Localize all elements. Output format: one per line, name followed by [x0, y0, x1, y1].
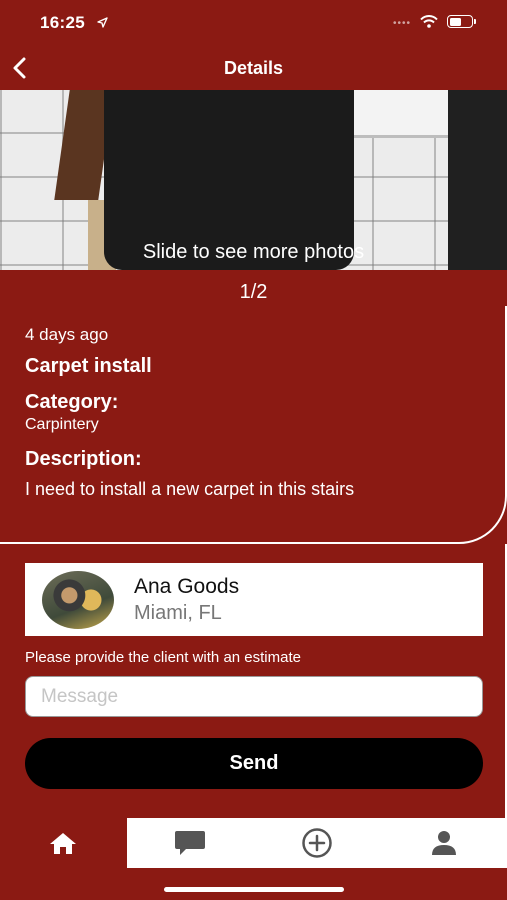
signal-dots-icon: •••• [392, 18, 411, 29]
status-indicators: •••• [392, 14, 476, 29]
client-name: Ana Goods [134, 575, 240, 598]
client-location: Miami, FL [134, 602, 222, 624]
tab-profile[interactable] [380, 818, 507, 868]
status-time: 16:25 [40, 13, 85, 32]
page-title: Details [223, 58, 284, 78]
posted-time: 4 days ago [25, 325, 109, 344]
add-circle-icon [302, 828, 332, 858]
photo-page-indicator: 1/2 [239, 281, 268, 303]
job-details-card: 4 days ago Carpet install Category: Carp… [0, 306, 507, 544]
profile-icon [431, 831, 456, 855]
job-title: Carpet install [25, 355, 152, 377]
estimate-label: Please provide the client with an estima… [25, 649, 301, 666]
home-icon [50, 833, 77, 854]
photo-caption: Slide to see more photos [142, 241, 365, 263]
status-bar: 16:25 •••• [0, 0, 507, 48]
description-value: I need to install a new carpet in this s… [25, 479, 355, 499]
tab-messages[interactable] [126, 818, 254, 868]
tab-add[interactable] [253, 818, 381, 868]
photo-carousel[interactable]: Slide to see more photos [0, 90, 507, 270]
client-card[interactable]: Ana Goods Miami, FL [25, 563, 483, 636]
avatar [42, 571, 114, 629]
location-arrow-icon [97, 17, 108, 28]
chat-icon [175, 831, 206, 855]
category-value: Carpintery [25, 416, 99, 433]
description-heading: Description: [25, 448, 142, 470]
battery-icon [447, 15, 476, 28]
tab-bar [0, 818, 507, 868]
send-button[interactable]: Send [25, 738, 483, 789]
category-heading: Category: [25, 391, 119, 413]
tab-home[interactable] [0, 818, 127, 868]
nav-bar: Details [0, 48, 507, 90]
wifi-icon [420, 15, 438, 28]
home-indicator [164, 887, 344, 892]
message-input[interactable] [25, 676, 483, 717]
